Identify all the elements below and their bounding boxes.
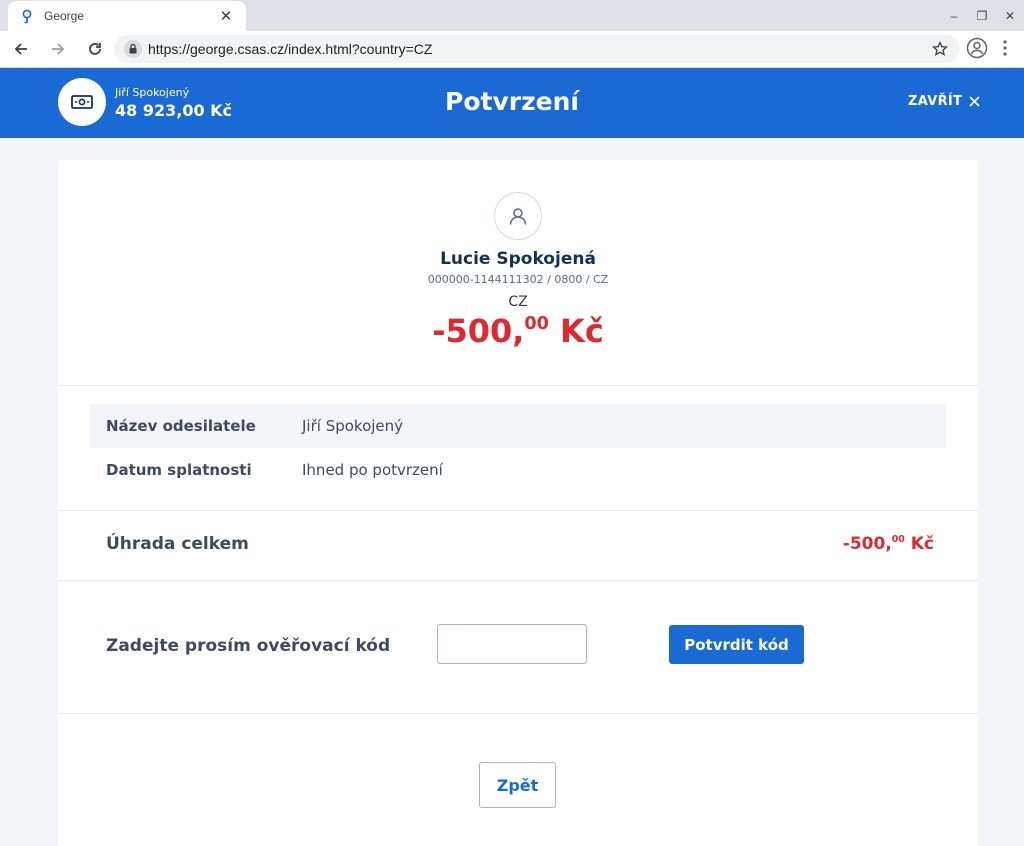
detail-label: Název odesilatele bbox=[106, 417, 256, 435]
browser-tab-bar: George ✕ – ❐ ✕ bbox=[0, 0, 1024, 31]
total-amount-main: -500, bbox=[842, 534, 892, 554]
tab-close-icon[interactable]: ✕ bbox=[218, 7, 234, 25]
total-amount-currency: Kč bbox=[910, 534, 934, 554]
verification-code-input[interactable] bbox=[437, 624, 587, 664]
divider bbox=[58, 510, 978, 511]
divider bbox=[58, 385, 978, 386]
verification-code-label: Zadejte prosím ověřovací kód bbox=[106, 636, 391, 656]
page-title: Potvrzení bbox=[445, 87, 579, 116]
payment-amount-main: -500, bbox=[432, 312, 525, 350]
close-button-label: ZAVŘÍT bbox=[908, 94, 963, 109]
divider bbox=[58, 713, 978, 714]
lock-icon[interactable] bbox=[122, 40, 144, 58]
app-header: Jiří Spokojený 48 923,00 Kč Potvrzení ZA… bbox=[0, 68, 1024, 138]
profile-avatar-icon[interactable] bbox=[966, 37, 988, 64]
window-close-icon[interactable]: ✕ bbox=[996, 9, 1024, 23]
forward-arrow-icon[interactable] bbox=[42, 33, 74, 65]
payment-amount-decimals: 00 bbox=[524, 313, 549, 334]
window-controls: – ❐ ✕ bbox=[940, 0, 1024, 31]
recipient-account-number: 000000-1144111302 / 0800 / CZ bbox=[427, 273, 609, 286]
back-arrow-icon[interactable] bbox=[5, 33, 37, 65]
reload-icon[interactable] bbox=[79, 33, 111, 65]
payment-amount: -500,00 Kč bbox=[58, 312, 978, 350]
browser-menu-icon[interactable] bbox=[1002, 39, 1008, 62]
recipient-country: CZ bbox=[508, 294, 528, 310]
confirm-code-button[interactable]: Potvrdit kód bbox=[669, 625, 804, 664]
url-text[interactable]: https://george.csas.cz/index.html?countr… bbox=[148, 41, 930, 57]
browser-tab[interactable]: George ✕ bbox=[8, 1, 246, 31]
george-favicon-icon bbox=[20, 8, 34, 24]
close-button[interactable]: ZAVŘÍT bbox=[908, 94, 980, 109]
total-amount-decimals: 00 bbox=[891, 534, 905, 545]
confirmation-card: Lucie Spokojená 000000-1144111302 / 0800… bbox=[58, 160, 978, 846]
detail-label: Datum splatnosti bbox=[106, 461, 252, 479]
window-minimize-icon[interactable]: – bbox=[940, 9, 968, 23]
recipient-user-icon bbox=[494, 192, 542, 240]
detail-value: Ihned po potvrzení bbox=[302, 461, 443, 479]
bookmark-star-icon[interactable] bbox=[930, 41, 950, 57]
window-restore-icon[interactable]: ❐ bbox=[968, 9, 996, 23]
payment-amount-currency: Kč bbox=[560, 312, 604, 350]
recipient-name: Lucie Spokojená bbox=[440, 249, 596, 269]
detail-value: Jiří Spokojený bbox=[302, 417, 404, 435]
close-icon bbox=[969, 96, 980, 107]
tab-title: George bbox=[44, 9, 85, 23]
address-bar[interactable]: https://george.csas.cz/index.html?countr… bbox=[114, 35, 960, 63]
total-amount: -500,00 Kč bbox=[843, 534, 934, 554]
divider bbox=[58, 580, 978, 581]
detail-row-due-date: Datum splatnosti Ihned po potvrzení bbox=[90, 448, 946, 492]
detail-row-sender: Název odesilatele Jiří Spokojený bbox=[90, 404, 946, 448]
total-label: Úhrada celkem bbox=[106, 534, 249, 554]
back-button[interactable]: Zpět bbox=[479, 762, 556, 808]
browser-toolbar: https://george.csas.cz/index.html?countr… bbox=[0, 31, 1024, 68]
